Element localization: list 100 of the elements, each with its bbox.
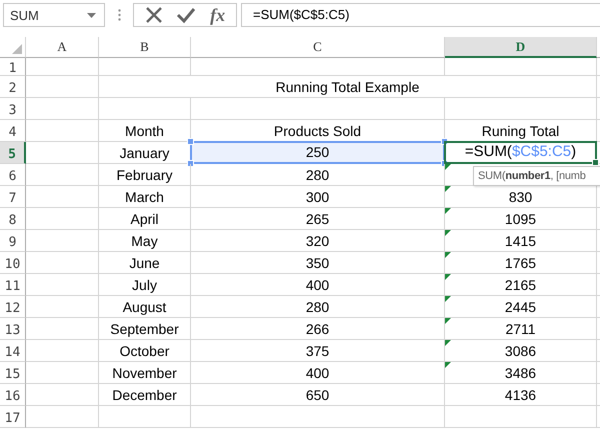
row-header[interactable]: 15	[0, 362, 26, 384]
empty-cell[interactable]	[26, 340, 99, 362]
row-header[interactable]: 5	[0, 142, 26, 164]
select-all-icon[interactable]	[12, 44, 22, 54]
empty-cell[interactable]	[26, 58, 99, 76]
table-cell[interactable]: 400	[191, 274, 445, 296]
empty-cell[interactable]	[445, 406, 597, 428]
row-header[interactable]: 16	[0, 384, 26, 406]
empty-cell[interactable]	[26, 208, 99, 230]
error-indicator-icon[interactable]	[445, 340, 451, 346]
table-cell[interactable]: December	[99, 384, 191, 406]
empty-cell[interactable]	[26, 186, 99, 208]
table-cell[interactable]: 266	[191, 318, 445, 340]
error-indicator-icon[interactable]	[445, 164, 451, 170]
grip-icon[interactable]	[118, 9, 121, 21]
row-header[interactable]: 7	[0, 186, 26, 208]
row-header[interactable]: 14	[0, 340, 26, 362]
error-indicator-icon[interactable]	[445, 208, 451, 214]
column-header[interactable]: C	[191, 37, 445, 58]
table-cell[interactable]: April	[99, 208, 191, 230]
empty-cell[interactable]	[191, 98, 445, 120]
empty-cell[interactable]	[99, 98, 191, 120]
error-indicator-icon[interactable]	[445, 252, 451, 258]
empty-cell[interactable]	[26, 98, 99, 120]
row-header[interactable]: 13	[0, 318, 26, 340]
empty-cell[interactable]	[26, 362, 99, 384]
selection-handle[interactable]	[187, 160, 194, 167]
error-indicator-icon[interactable]	[445, 274, 451, 280]
table-cell[interactable]: 350	[191, 252, 445, 274]
error-indicator-icon[interactable]	[445, 230, 451, 236]
table-cell[interactable]: 250	[190, 141, 445, 164]
check-icon[interactable]	[176, 6, 196, 24]
empty-cell[interactable]	[26, 318, 99, 340]
column-header[interactable]: A	[26, 37, 99, 58]
cell-editor[interactable]: =SUM($C$5:C5)	[444, 141, 597, 164]
table-cell[interactable]: 280	[191, 296, 445, 318]
table-cell[interactable]: June	[99, 252, 191, 274]
table-cell[interactable]: 320	[191, 230, 445, 252]
error-indicator-icon[interactable]	[445, 296, 451, 302]
selection-handle[interactable]	[187, 138, 194, 145]
row-header[interactable]: 8	[0, 208, 26, 230]
error-indicator-icon[interactable]	[445, 318, 451, 324]
column-header[interactable]: B	[99, 37, 191, 58]
formula-field[interactable]: =SUM($C$5:C5)	[241, 3, 600, 27]
table-cell[interactable]: September	[99, 318, 191, 340]
table-cell[interactable]: 1765	[445, 252, 597, 274]
table-cell[interactable]: November	[99, 362, 191, 384]
insert-function-button[interactable]: fx	[210, 4, 226, 26]
table-cell[interactable]: July	[99, 274, 191, 296]
cancel-icon[interactable]	[144, 6, 163, 24]
empty-cell[interactable]	[26, 252, 99, 274]
row-header[interactable]: 3	[0, 98, 26, 120]
name-box[interactable]: SUM	[3, 3, 105, 27]
row-header[interactable]: 11	[0, 274, 26, 296]
table-cell[interactable]: 400	[191, 362, 445, 384]
table-cell[interactable]: 2445	[445, 296, 597, 318]
table-cell[interactable]: 1095	[445, 208, 597, 230]
table-cell[interactable]: 4136	[445, 384, 597, 406]
empty-cell[interactable]	[191, 406, 445, 428]
row-header[interactable]: 17	[0, 406, 26, 428]
table-cell[interactable]: February	[99, 164, 191, 186]
row-header[interactable]: 10	[0, 252, 26, 274]
row-header[interactable]: 9	[0, 230, 26, 252]
table-cell[interactable]: 3086	[445, 340, 597, 362]
table-cell[interactable]: May	[99, 230, 191, 252]
empty-cell[interactable]	[445, 58, 597, 76]
empty-cell[interactable]	[26, 296, 99, 318]
table-cell[interactable]: 650	[191, 384, 445, 406]
row-header[interactable]: 2	[0, 76, 26, 98]
empty-cell[interactable]	[26, 76, 99, 98]
empty-cell[interactable]	[26, 230, 99, 252]
table-cell[interactable]: 300	[191, 186, 445, 208]
table-cell[interactable]: 2711	[445, 318, 597, 340]
fill-handle[interactable]	[592, 159, 599, 166]
row-header[interactable]: 1	[0, 58, 26, 76]
table-cell[interactable]: 265	[191, 208, 445, 230]
empty-cell[interactable]	[191, 58, 445, 76]
error-indicator-icon[interactable]	[445, 362, 451, 368]
column-header[interactable]: D	[445, 37, 597, 58]
table-cell[interactable]: March	[99, 186, 191, 208]
error-indicator-icon[interactable]	[445, 186, 451, 192]
empty-cell[interactable]	[26, 274, 99, 296]
empty-cell[interactable]	[26, 406, 99, 428]
empty-cell[interactable]	[26, 384, 99, 406]
table-cell[interactable]: 2165	[445, 274, 597, 296]
row-header[interactable]: 12	[0, 296, 26, 318]
table-cell[interactable]: 3486	[445, 362, 597, 384]
empty-cell[interactable]	[445, 98, 597, 120]
table-cell[interactable]: Running Total Example	[99, 76, 597, 98]
empty-cell[interactable]	[26, 120, 99, 142]
table-cell[interactable]: August	[99, 296, 191, 318]
table-cell[interactable]: 1415	[445, 230, 597, 252]
table-cell[interactable]: 375	[191, 340, 445, 362]
dropdown-arrow-icon[interactable]	[87, 12, 96, 18]
table-cell[interactable]: October	[99, 340, 191, 362]
table-cell[interactable]: 280	[191, 164, 445, 186]
row-header[interactable]: 6	[0, 164, 26, 186]
empty-cell[interactable]	[99, 58, 191, 76]
empty-cell[interactable]	[99, 406, 191, 428]
empty-cell[interactable]	[26, 164, 99, 186]
